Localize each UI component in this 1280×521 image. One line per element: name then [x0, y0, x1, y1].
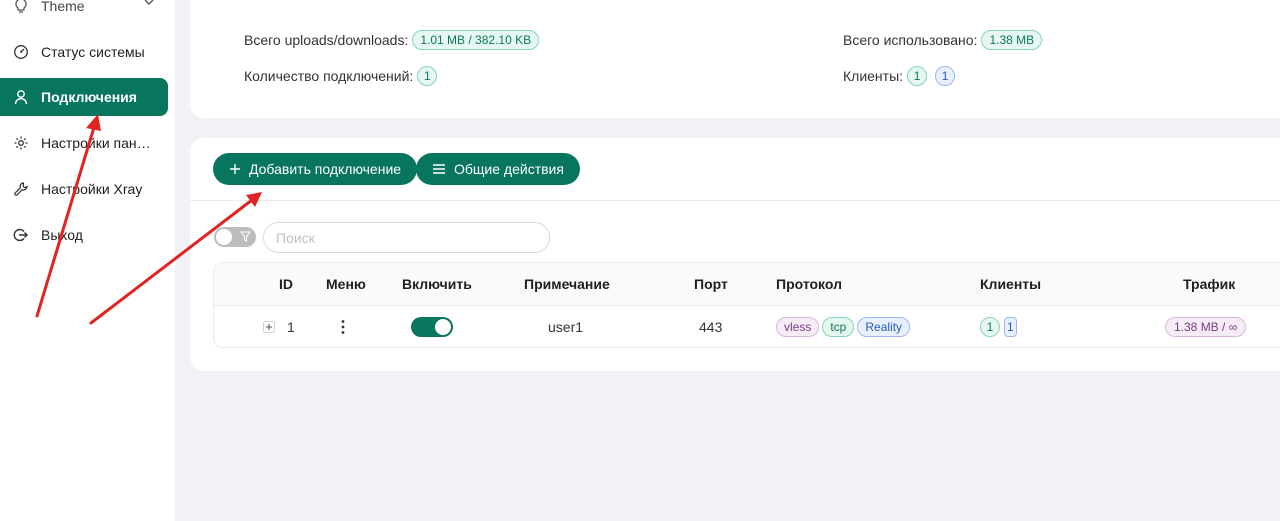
- clients-badge: 1: [907, 66, 928, 86]
- column-header-remark[interactable]: Примечание: [524, 263, 610, 306]
- column-header-traffic[interactable]: Трафик: [1183, 263, 1235, 306]
- clients-badge[interactable]: 1: [980, 317, 1000, 337]
- connections-badge: 1: [417, 66, 438, 86]
- sidebar-item-label: Настройки панели: [41, 135, 157, 151]
- traffic-badge: 1.38 MB / ∞: [1165, 317, 1247, 337]
- switch-track: [411, 317, 453, 337]
- toggle-knob: [216, 229, 232, 245]
- dashboard-icon: [13, 44, 29, 60]
- enable-switch[interactable]: [411, 306, 453, 347]
- clients-badge: 1: [935, 66, 956, 86]
- user-icon: [13, 89, 29, 105]
- stat-label: Клиенты:: [843, 68, 904, 84]
- column-header-enable[interactable]: Включить: [402, 263, 472, 306]
- sidebar-item-label: Настройки Xray: [41, 181, 143, 197]
- traffic-badge: 1.01 MB / 382.10 KB: [412, 30, 540, 50]
- gear-icon: [13, 135, 29, 151]
- sidebar-item-panel-settings[interactable]: Настройки панели: [0, 124, 168, 162]
- sidebar-item-label: Подключения: [41, 89, 137, 105]
- column-header-id[interactable]: ID: [279, 263, 293, 306]
- column-header-menu[interactable]: Меню: [326, 263, 366, 306]
- inbounds-table: ID Меню Включить Примечание Порт Протоко…: [213, 262, 1280, 348]
- lightbulb-icon: [13, 0, 29, 14]
- row-id: 1: [287, 319, 295, 335]
- general-actions-button[interactable]: Общие действия: [416, 153, 580, 185]
- stat-label: Всего uploads/downloads:: [244, 32, 409, 48]
- protocol-tag: tcp: [822, 317, 855, 337]
- expand-row-icon[interactable]: [263, 306, 275, 347]
- table-row: 1 user1 443 vless tcp Reality 1 1 1.38 M…: [214, 306, 1280, 347]
- row-traffic: 1.38 MB / ∞: [1165, 306, 1247, 347]
- menu-icon: [432, 163, 446, 175]
- stats-card: Всего uploads/downloads: 1.01 MB / 382.1…: [190, 0, 1280, 118]
- stat-connections: Количество подключений: 1: [244, 66, 438, 86]
- more-vertical-icon[interactable]: [341, 306, 345, 347]
- divider: [190, 200, 1280, 201]
- protocol-tag: vless: [776, 317, 820, 337]
- plus-icon: [229, 163, 241, 175]
- used-badge: 1.38 MB: [981, 30, 1043, 50]
- sidebar-item-label: Статус системы: [41, 44, 145, 60]
- row-port: 443: [699, 319, 723, 335]
- logout-icon: [13, 227, 29, 243]
- stat-label: Количество подключений:: [244, 68, 414, 84]
- filter-icon: [240, 231, 251, 242]
- sidebar: Theme Статус системы Подключения Настрой…: [0, 0, 175, 521]
- row-clients: 1 1: [980, 306, 1017, 347]
- switch-knob: [435, 319, 451, 335]
- sidebar-item-connections[interactable]: Подключения: [0, 78, 168, 116]
- add-inbound-label: Добавить подключение: [249, 161, 402, 177]
- stat-clients: Клиенты: 1 1: [843, 66, 956, 86]
- filter-toggle[interactable]: [214, 227, 256, 247]
- sidebar-item-status[interactable]: Статус системы: [0, 33, 168, 71]
- protocol-tags: vless tcp Reality: [776, 306, 911, 347]
- clients-badge[interactable]: 1: [1004, 317, 1017, 337]
- stat-traffic: Всего uploads/downloads: 1.01 MB / 382.1…: [244, 30, 540, 50]
- sidebar-item-theme[interactable]: Theme: [0, 0, 168, 25]
- stat-used: Всего использовано: 1.38 MB: [843, 30, 1043, 50]
- stat-label: Всего использовано:: [843, 32, 978, 48]
- sidebar-item-label: Выход: [41, 227, 83, 243]
- search-input[interactable]: [263, 222, 550, 253]
- table-header: ID Меню Включить Примечание Порт Протоко…: [214, 263, 1280, 306]
- chevron-down-icon: [144, 0, 154, 5]
- protocol-tag: Reality: [857, 317, 911, 337]
- column-header-port[interactable]: Порт: [694, 263, 728, 306]
- add-inbound-button[interactable]: Добавить подключение: [213, 153, 418, 185]
- sidebar-item-logout[interactable]: Выход: [0, 216, 168, 254]
- inbounds-card: Добавить подключение Общие действия ID М…: [190, 138, 1280, 371]
- sidebar-item-label: Theme: [41, 0, 85, 14]
- row-remark: user1: [548, 319, 584, 335]
- column-header-clients[interactable]: Клиенты: [980, 263, 1041, 306]
- wrench-icon: [13, 181, 29, 197]
- general-actions-label: Общие действия: [454, 161, 564, 177]
- column-header-protocol[interactable]: Протокол: [776, 263, 842, 306]
- sidebar-item-xray-settings[interactable]: Настройки Xray: [0, 170, 168, 208]
